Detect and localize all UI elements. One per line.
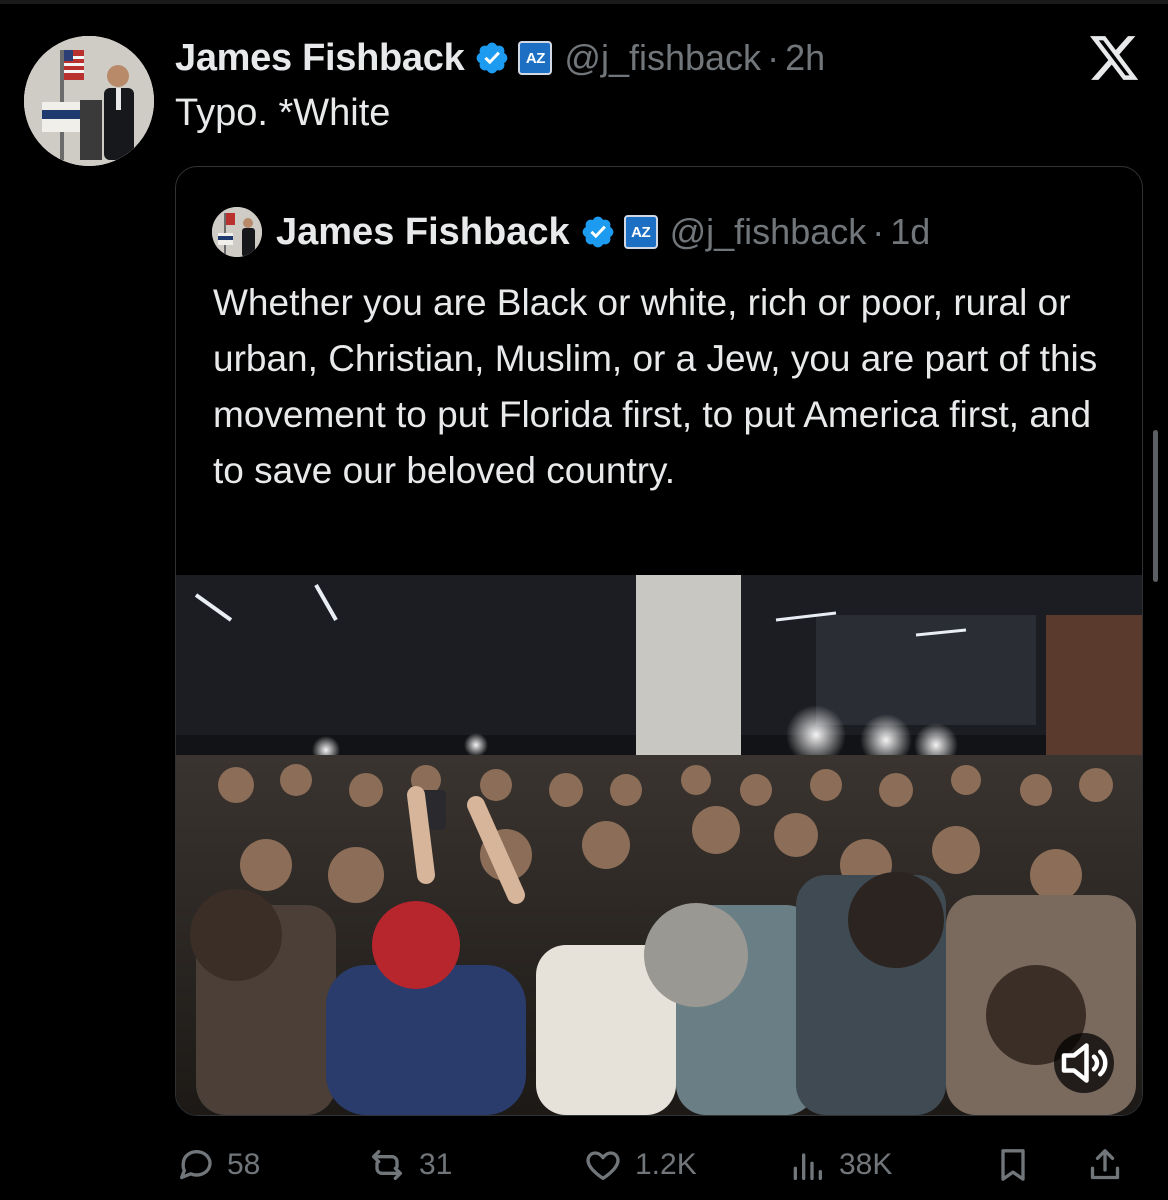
volume-icon[interactable] bbox=[1054, 1033, 1114, 1093]
views-button[interactable]: 38K bbox=[787, 1140, 892, 1190]
repost-count: 31 bbox=[419, 1148, 453, 1181]
share-icon bbox=[1090, 1149, 1120, 1180]
verified-badge-icon bbox=[474, 40, 510, 76]
reply-button[interactable]: 58 bbox=[175, 1140, 260, 1190]
separator: · bbox=[767, 37, 780, 78]
bookmark-icon bbox=[1001, 1149, 1025, 1181]
repost-button[interactable]: 31 bbox=[367, 1140, 452, 1190]
quoted-author-name: James Fishback bbox=[276, 210, 570, 253]
share-button[interactable] bbox=[1085, 1140, 1137, 1190]
separator: · bbox=[872, 211, 885, 252]
scrollbar[interactable] bbox=[1153, 430, 1158, 582]
reply-count: 58 bbox=[227, 1148, 261, 1181]
repost-icon bbox=[372, 1150, 402, 1180]
author-name[interactable]: James Fishback bbox=[175, 37, 465, 80]
view-count: 38K bbox=[839, 1148, 893, 1181]
affiliate-badge: AZ bbox=[623, 215, 658, 249]
post-header: James Fishback AZ @j_fishback · 2h bbox=[175, 32, 825, 84]
quoted-post-header: James Fishback AZ @j_fishback · 1d bbox=[212, 207, 930, 257]
quoted-author-handle: @j_fishback bbox=[669, 211, 867, 252]
views-icon bbox=[793, 1153, 822, 1180]
quoted-post-text: Whether you are Black or white, rich or … bbox=[213, 282, 1098, 491]
post-time[interactable]: 2h bbox=[785, 37, 825, 79]
quoted-author-avatar bbox=[212, 207, 262, 257]
affiliate-badge[interactable]: AZ bbox=[518, 41, 553, 75]
quoted-post[interactable]: James Fishback AZ @j_fishback · 1d Wheth… bbox=[175, 166, 1143, 1116]
video-frame bbox=[176, 575, 1142, 1115]
top-divider bbox=[0, 0, 1168, 4]
reply-icon bbox=[180, 1150, 212, 1180]
video-player[interactable] bbox=[176, 575, 1142, 1115]
heart-icon bbox=[586, 1151, 620, 1180]
post-text: Typo. *White bbox=[175, 92, 391, 134]
post-view: James Fishback AZ @j_fishback · 2h Typo.… bbox=[0, 0, 1168, 1200]
x-logo-icon[interactable] bbox=[1090, 36, 1140, 82]
verified-badge-icon bbox=[580, 214, 616, 250]
like-button[interactable]: 1.2K bbox=[583, 1140, 697, 1190]
action-bar: 58 31 1.2K 38K bbox=[175, 1140, 1143, 1190]
quoted-post-time: 1d bbox=[890, 211, 931, 252]
bookmark-button[interactable] bbox=[993, 1140, 1045, 1190]
like-count: 1.2K bbox=[635, 1148, 697, 1181]
avatar-image bbox=[24, 36, 154, 166]
author-handle[interactable]: @j_fishback bbox=[564, 37, 761, 79]
author-avatar[interactable] bbox=[24, 36, 154, 166]
